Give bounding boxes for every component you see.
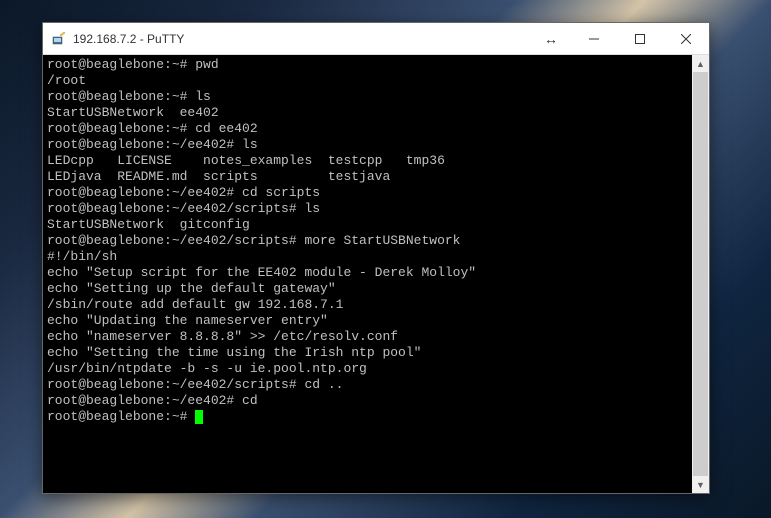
terminal-line: root@beaglebone:~# cd ee402	[47, 121, 705, 137]
putty-window: 192.168.7.2 - PuTTY ↔ root@beaglebone:~#…	[42, 22, 710, 494]
terminal-line: root@beaglebone:~# pwd	[47, 57, 705, 73]
minimize-button[interactable]	[571, 23, 617, 55]
terminal-line: /usr/bin/ntpdate -b -s -u ie.pool.ntp.or…	[47, 361, 705, 377]
window-title: 192.168.7.2 - PuTTY	[73, 32, 531, 46]
maximize-button[interactable]	[617, 23, 663, 55]
terminal-line: /sbin/route add default gw 192.168.7.1	[47, 297, 705, 313]
terminal-line: echo "Setting the time using the Irish n…	[47, 345, 705, 361]
terminal-line: root@beaglebone:~# ls	[47, 89, 705, 105]
scroll-up-arrow-icon[interactable]: ▲	[692, 55, 709, 72]
terminal-line: #!/bin/sh	[47, 249, 705, 265]
scroll-down-arrow-icon[interactable]: ▼	[692, 476, 709, 493]
scroll-thumb[interactable]	[693, 72, 708, 476]
cursor	[195, 410, 203, 424]
terminal-line: root@beaglebone:~/ee402/scripts# more St…	[47, 233, 705, 249]
scrollbar[interactable]: ▲ ▼	[692, 55, 709, 493]
terminal-line: echo "Setting up the default gateway"	[47, 281, 705, 297]
scroll-track[interactable]	[692, 72, 709, 476]
move-handle-icon[interactable]: ↔	[531, 31, 571, 47]
terminal-line: echo "Setup script for the EE402 module …	[47, 265, 705, 281]
titlebar[interactable]: 192.168.7.2 - PuTTY ↔	[43, 23, 709, 55]
terminal-line: echo "Updating the nameserver entry"	[47, 313, 705, 329]
terminal-line: root@beaglebone:~#	[47, 409, 705, 425]
terminal-line: root@beaglebone:~/ee402# ls	[47, 137, 705, 153]
terminal-line: root@beaglebone:~/ee402/scripts# cd ..	[47, 377, 705, 393]
terminal-line: StartUSBNetwork gitconfig	[47, 217, 705, 233]
terminal-container: root@beaglebone:~# pwd/rootroot@beaglebo…	[43, 55, 709, 493]
terminal-line: StartUSBNetwork ee402	[47, 105, 705, 121]
terminal[interactable]: root@beaglebone:~# pwd/rootroot@beaglebo…	[43, 55, 709, 493]
putty-icon	[51, 31, 67, 47]
terminal-line: echo "nameserver 8.8.8.8" >> /etc/resolv…	[47, 329, 705, 345]
terminal-line: root@beaglebone:~/ee402# cd	[47, 393, 705, 409]
terminal-line: root@beaglebone:~/ee402# cd scripts	[47, 185, 705, 201]
close-button[interactable]	[663, 23, 709, 55]
terminal-line: LEDjava README.md scripts testjava	[47, 169, 705, 185]
terminal-line: root@beaglebone:~/ee402/scripts# ls	[47, 201, 705, 217]
terminal-line: LEDcpp LICENSE notes_examples testcpp tm…	[47, 153, 705, 169]
terminal-line: /root	[47, 73, 705, 89]
